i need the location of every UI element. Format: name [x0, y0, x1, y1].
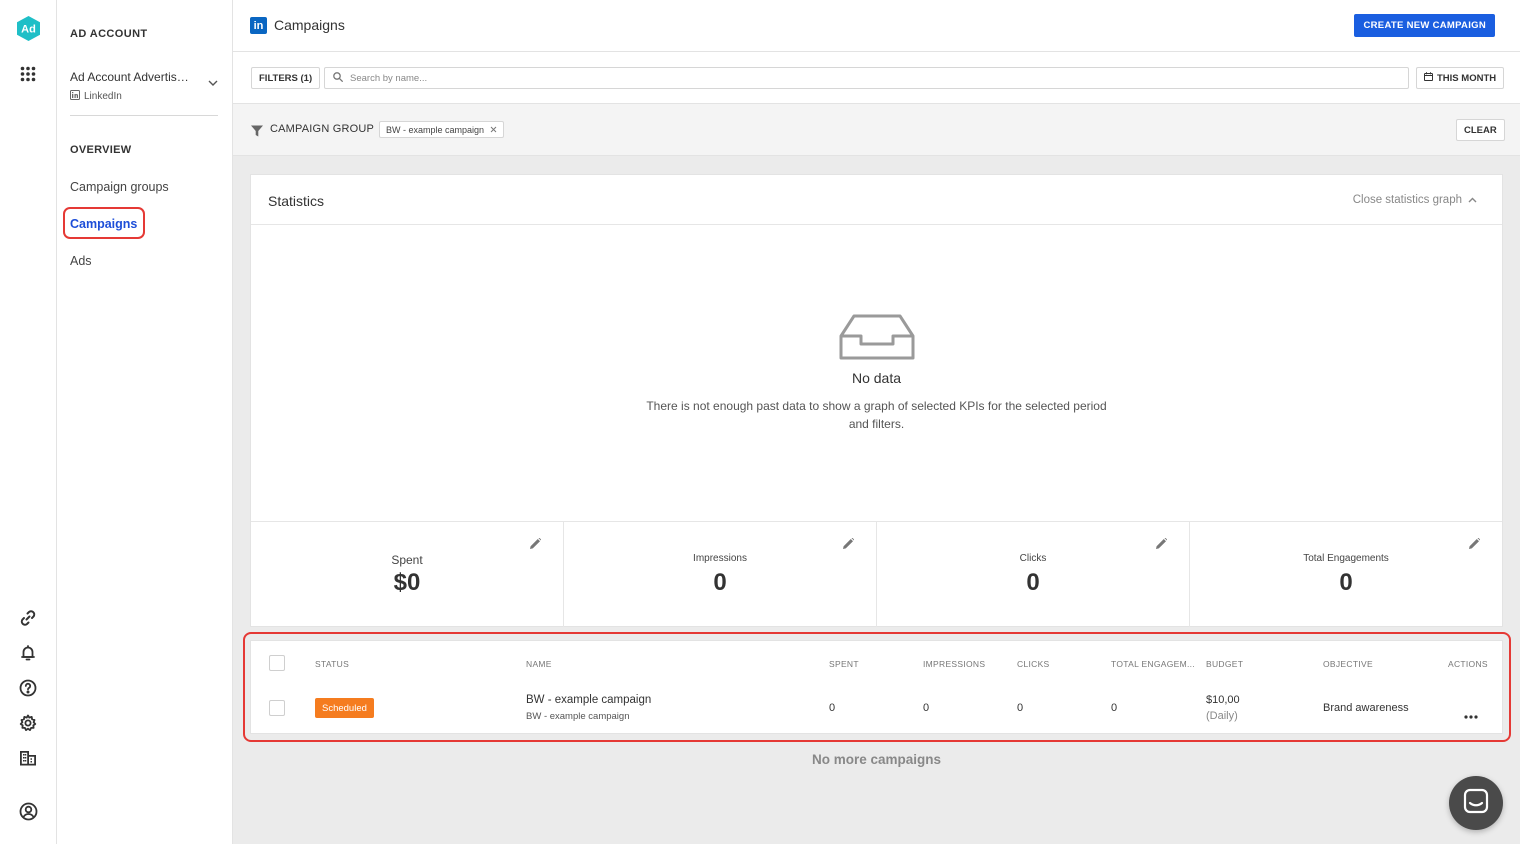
sidebar-item-campaign-groups[interactable]: Campaign groups	[70, 180, 169, 194]
row-checkbox[interactable]	[269, 700, 285, 716]
no-data-message: There is not enough past data to show a …	[646, 399, 1107, 431]
gear-icon[interactable]	[18, 713, 38, 733]
column-header-impressions[interactable]: IMPRESSIONS	[923, 659, 985, 669]
campaigns-table: STATUS NAME SPENT IMPRESSIONS CLICKS TOT…	[250, 640, 1503, 734]
app-logo-text: Ad	[21, 24, 36, 36]
kpi-value: 0	[1339, 569, 1353, 596]
chevron-up-icon	[1468, 194, 1477, 206]
overview-heading: OVERVIEW	[70, 144, 132, 156]
clear-filters-label: CLEAR	[1464, 124, 1497, 136]
chevron-down-icon	[208, 73, 218, 91]
campaign-group-chip[interactable]: BW - example campaign	[379, 121, 505, 138]
date-range-button[interactable]: THIS MONTH	[1416, 67, 1505, 89]
page-title: Campaigns	[274, 17, 345, 33]
close-statistics-graph-label: Close statistics graph	[1352, 194, 1462, 206]
campaign-group-name: BW - example campaign	[526, 711, 630, 722]
kpi-label: Spent	[391, 553, 423, 567]
column-header-budget[interactable]: BUDGET	[1206, 659, 1243, 669]
ad-account-selector[interactable]: Ad Account Advertise ... LinkedIn	[70, 70, 218, 103]
linkedin-small-icon	[70, 90, 80, 103]
bell-icon[interactable]	[18, 643, 38, 663]
no-data-placeholder: No data There is not enough past data to…	[251, 225, 1502, 521]
kpi-label: Impressions	[693, 553, 747, 564]
no-more-campaigns-text: No more campaigns	[811, 752, 942, 767]
close-icon[interactable]	[490, 125, 497, 135]
calendar-icon	[1424, 72, 1433, 84]
statistics-card: Statistics Close statistics graph No dat…	[250, 174, 1503, 627]
sidebar-item-campaigns[interactable]: Campaigns	[70, 217, 137, 231]
page-header: in Campaigns CREATE NEW CAMPAIGN	[233, 0, 1520, 52]
status-badge: Scheduled	[315, 698, 374, 718]
pencil-icon[interactable]	[843, 536, 855, 554]
column-header-status[interactable]: STATUS	[315, 659, 349, 669]
pencil-icon[interactable]	[530, 536, 542, 554]
kpi-spent: Spent $0	[251, 522, 564, 627]
kpi-value: 0	[1026, 569, 1040, 596]
help-icon[interactable]	[18, 678, 38, 698]
filters-button[interactable]: FILTERS (1)	[251, 67, 321, 89]
statistics-title: Statistics	[268, 193, 325, 209]
no-data-title: No data	[851, 370, 902, 386]
kpi-total-engagements: Total Engagements 0	[1190, 522, 1502, 627]
campaign-group-filter-bar: CAMPAIGN GROUP BW - example campaign CLE…	[233, 104, 1520, 156]
sidebar-item-ads[interactable]: Ads	[70, 254, 92, 268]
kpi-value: $0	[393, 569, 421, 596]
funnel-icon	[251, 124, 263, 142]
icon-rail: Ad	[0, 0, 57, 844]
search-box[interactable]	[324, 67, 1409, 89]
close-statistics-graph-button[interactable]: Close statistics graph	[1353, 194, 1477, 206]
sidenav-divider	[70, 115, 218, 116]
cell-engagements: 0	[1111, 702, 1118, 714]
user-account-icon[interactable]	[18, 801, 38, 821]
filters-button-label: FILTERS (1)	[259, 72, 313, 84]
ad-account-name: Ad Account Advertise ...	[70, 70, 194, 84]
select-all-checkbox[interactable]	[269, 655, 285, 671]
more-actions-icon[interactable]	[1464, 706, 1478, 724]
column-header-actions: ACTIONS	[1448, 659, 1488, 669]
empty-inbox-icon	[839, 314, 915, 365]
date-range-label: THIS MONTH	[1437, 72, 1497, 84]
kpi-impressions: Impressions 0	[564, 522, 877, 627]
column-header-name[interactable]: NAME	[526, 659, 552, 669]
statistics-header: Statistics Close statistics graph	[251, 175, 1502, 225]
kpi-label: Clicks	[1019, 553, 1047, 564]
building-icon[interactable]	[18, 748, 38, 768]
chat-icon	[1463, 788, 1489, 819]
kpi-clicks: Clicks 0	[877, 522, 1190, 627]
chat-support-button[interactable]	[1449, 776, 1503, 830]
column-header-spent[interactable]: SPENT	[829, 659, 859, 669]
campaign-group-chip-label: BW - example campaign	[386, 124, 485, 135]
column-header-clicks[interactable]: CLICKS	[1017, 659, 1050, 669]
ad-account-heading: AD ACCOUNT	[70, 28, 148, 40]
search-input[interactable]	[350, 72, 1350, 84]
app-logo[interactable]: Ad	[17, 16, 40, 41]
kpi-label: Total Engagements	[1303, 553, 1389, 564]
clear-filters-button[interactable]: CLEAR	[1456, 119, 1505, 141]
search-icon	[333, 69, 343, 87]
pencil-icon[interactable]	[1156, 536, 1168, 554]
kpi-value: 0	[713, 569, 727, 596]
linkedin-logo-icon: in	[250, 17, 267, 34]
cell-spent: 0	[829, 702, 836, 714]
cell-budget-period: (Daily)	[1206, 710, 1238, 722]
column-header-objective[interactable]: OBJECTIVE	[1323, 659, 1373, 669]
campaign-name-link[interactable]: BW - example campaign	[526, 694, 651, 706]
kpi-row: Spent $0 Impressions 0 Clicks 0 Total En…	[251, 521, 1502, 627]
cell-clicks: 0	[1017, 702, 1024, 714]
cell-objective: Brand awareness	[1323, 702, 1409, 714]
link-icon[interactable]	[18, 608, 38, 628]
side-navigation: AD ACCOUNT Ad Account Advertise ... Link…	[57, 0, 233, 844]
main-content: in Campaigns CREATE NEW CAMPAIGN FILTERS…	[233, 0, 1520, 844]
pencil-icon[interactable]	[1469, 536, 1481, 554]
filter-bar: FILTERS (1) THIS MONTH	[233, 52, 1520, 104]
cell-budget: $10,00	[1206, 694, 1240, 706]
cell-impressions: 0	[923, 702, 930, 714]
campaign-group-label: CAMPAIGN GROUP	[270, 123, 375, 135]
column-header-total-engagements[interactable]: TOTAL ENGAGEM...	[1111, 659, 1195, 669]
ad-account-platform: LinkedIn	[84, 91, 122, 102]
apps-grid-icon[interactable]	[18, 64, 38, 84]
create-new-campaign-button[interactable]: CREATE NEW CAMPAIGN	[1354, 14, 1495, 37]
